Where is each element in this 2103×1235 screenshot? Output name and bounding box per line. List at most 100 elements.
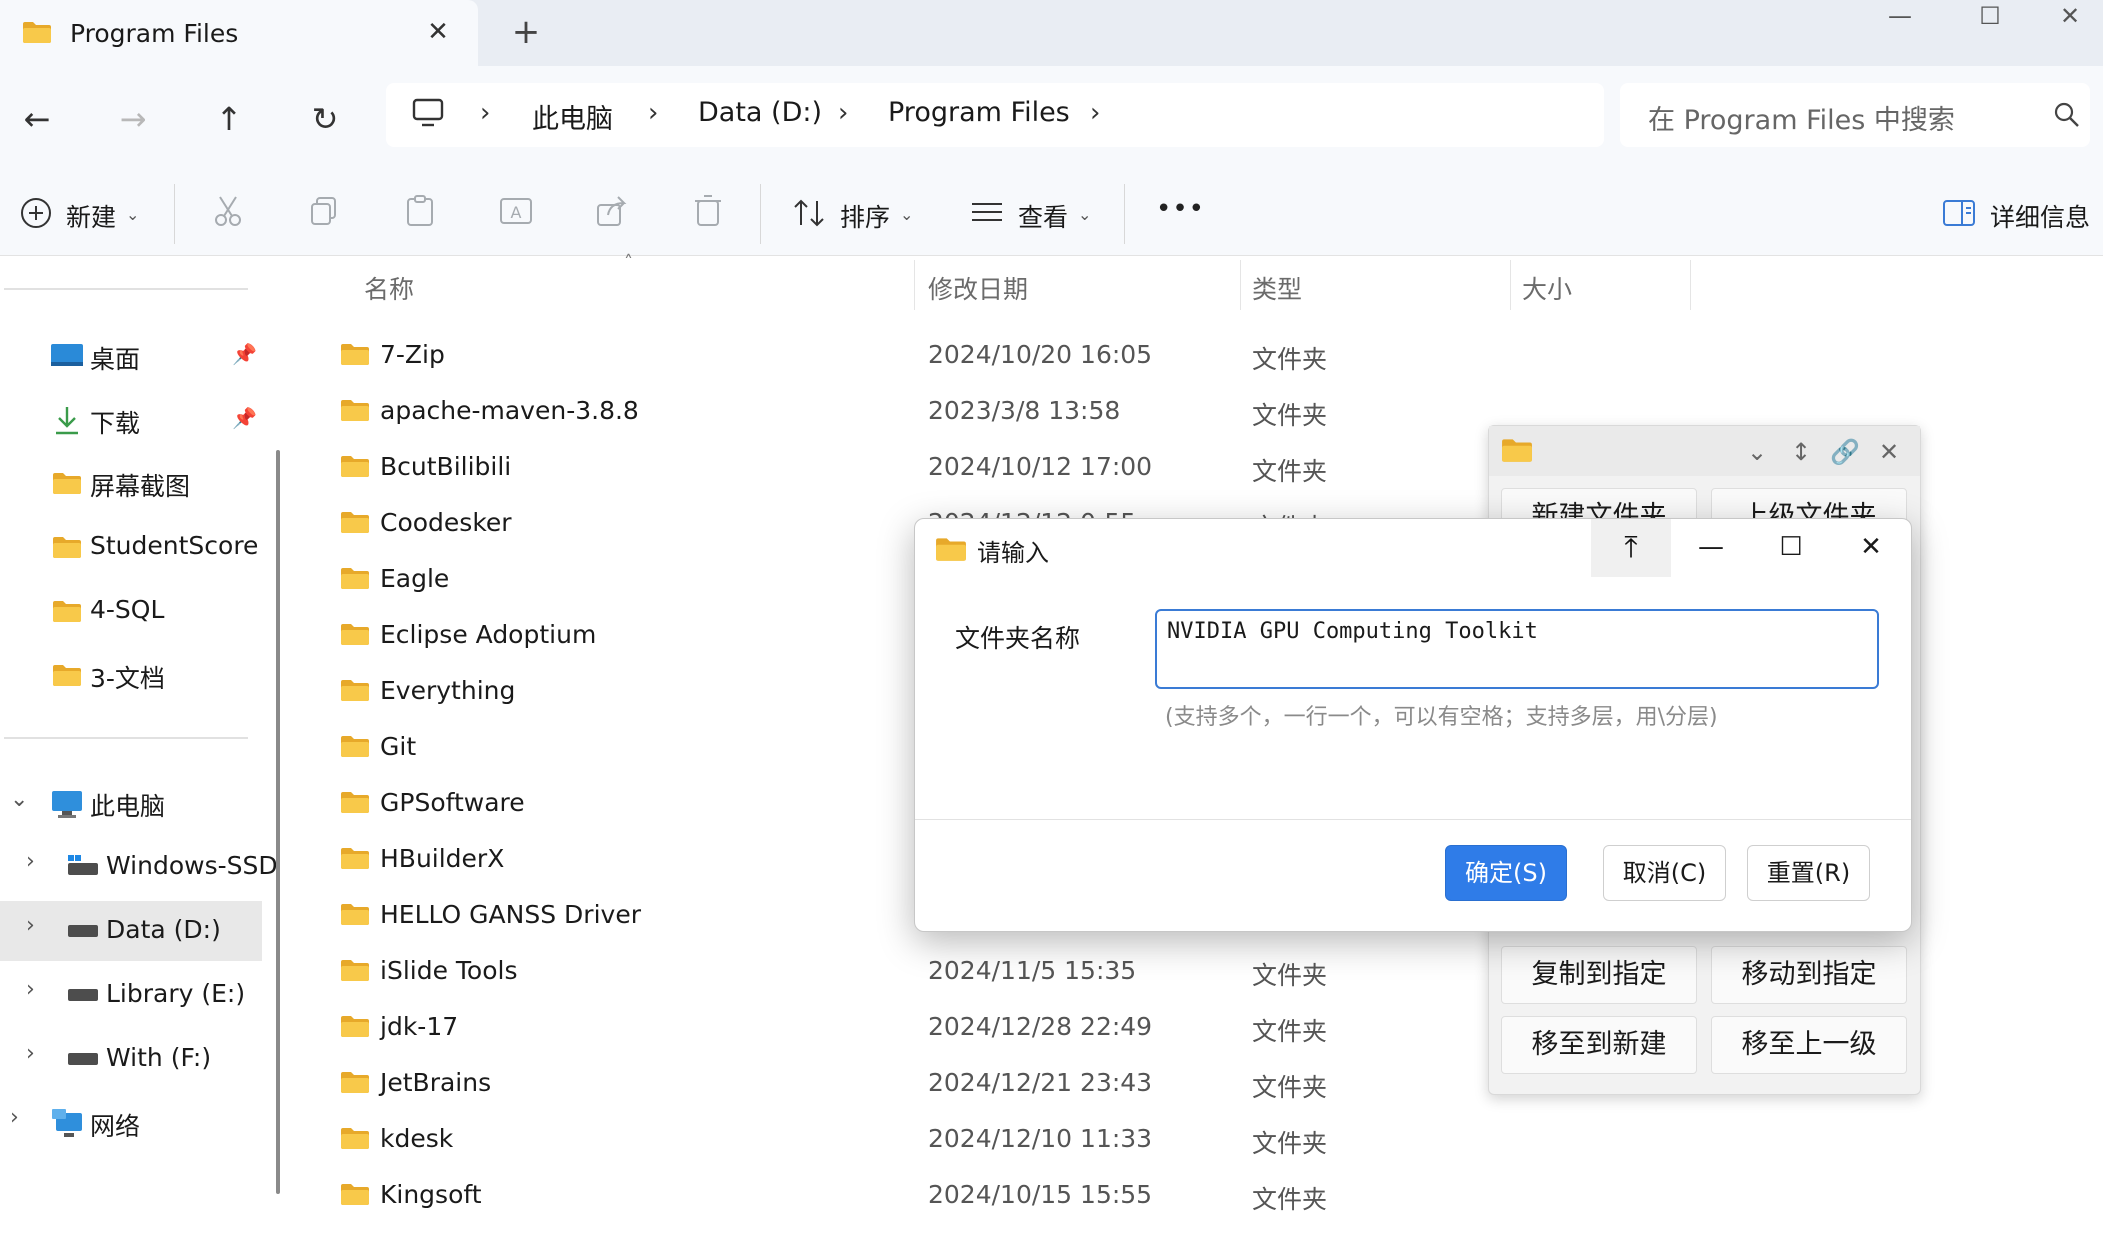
new-plus-icon[interactable] [20, 197, 52, 229]
pin-icon[interactable]: 📌 [232, 342, 257, 366]
chevron-down-icon[interactable]: ⌄ [1078, 205, 1091, 224]
breadcrumb-program-files[interactable]: Program Files [888, 97, 1070, 128]
desktop-icon [51, 344, 83, 366]
delete-icon[interactable] [690, 193, 726, 229]
file-name: Eagle [380, 564, 450, 593]
file-modified: 2024/12/28 22:49 [928, 1012, 1153, 1041]
folder-name-input[interactable] [1155, 609, 1879, 689]
move-up-level-button[interactable]: 移至上一级 [1711, 1016, 1907, 1074]
view-button[interactable]: 查看 [1018, 198, 1068, 234]
close-icon[interactable]: ✕ [1873, 436, 1905, 468]
rename-icon[interactable]: A [498, 193, 534, 229]
share-icon[interactable] [594, 193, 630, 229]
sidebar-item-downloads[interactable]: 下载 📌 [0, 390, 262, 450]
computer-icon[interactable] [412, 98, 444, 128]
details-pane-icon[interactable] [1942, 199, 1976, 227]
breadcrumb-this-pc[interactable]: 此电脑 [532, 97, 613, 136]
refresh-button[interactable]: ↻ [302, 96, 348, 142]
close-button[interactable]: ✕ [2040, 0, 2100, 36]
dialog-maximize-button[interactable]: ☐ [1751, 519, 1831, 577]
sidebar-item-windows-ssd[interactable]: › Windows-SSD [0, 837, 278, 897]
tab-program-files[interactable]: Program Files ✕ [0, 0, 478, 66]
file-modified: 2024/12/10 11:33 [928, 1124, 1153, 1153]
column-divider[interactable] [1240, 260, 1241, 310]
sidebar-item-with-drive[interactable]: › With (F:) [0, 1029, 262, 1089]
sidebar-item-library-drive[interactable]: › Library (E:) [0, 965, 262, 1025]
move-to-new-button[interactable]: 移至到新建 [1501, 1016, 1697, 1074]
sidebar-item-network[interactable]: › 网络 [0, 1093, 262, 1153]
minimize-button[interactable]: — [1860, 0, 1940, 36]
move-to-button[interactable]: 移动到指定 [1711, 946, 1907, 1004]
table-row[interactable]: Kingsoft 2024/10/15 15:55 文件夹 [330, 1168, 2030, 1220]
up-button[interactable]: ↑ [206, 96, 252, 142]
chevron-right-icon[interactable]: › [26, 977, 35, 1002]
search-icon[interactable] [2052, 100, 2082, 130]
new-tab-button[interactable]: + [508, 14, 544, 50]
maximize-button[interactable]: ☐ [1950, 0, 2030, 36]
sidebar-item-data-drive[interactable]: › Data (D:) [0, 901, 262, 961]
cut-icon[interactable] [210, 193, 246, 229]
sidebar-item-label: 桌面 [90, 345, 141, 374]
folder-icon [341, 344, 369, 365]
column-divider[interactable] [1510, 260, 1511, 310]
file-type: 文件夹 [1252, 345, 1328, 374]
chevron-right-icon[interactable]: › [10, 1105, 19, 1130]
forward-button[interactable]: → [110, 96, 156, 142]
column-header-name[interactable]: 名称 [364, 270, 414, 306]
chevron-right-icon[interactable]: › [26, 1041, 35, 1066]
sidebar-item-studentscore[interactable]: StudentScore [0, 517, 262, 577]
ok-button[interactable]: 确定(S) [1445, 845, 1567, 901]
dialog-minimize-button[interactable]: — [1671, 519, 1751, 577]
chevron-down-icon[interactable]: ⌄ [900, 205, 913, 224]
pin-icon[interactable]: 📌 [232, 406, 257, 430]
sidebar-scrollbar[interactable] [276, 450, 280, 1194]
chevron-down-icon[interactable]: ⌄ [126, 205, 139, 224]
sidebar-item-this-pc[interactable]: ⌄ 此电脑 [0, 773, 262, 833]
column-header-size[interactable]: 大小 [1522, 270, 1572, 306]
paste-icon[interactable] [402, 193, 438, 229]
column-header-type[interactable]: 类型 [1252, 270, 1302, 306]
sort-button[interactable]: 排序 [840, 198, 890, 234]
chevron-down-icon[interactable]: ⌄ [1741, 436, 1773, 468]
sidebar-item-4-sql[interactable]: 4-SQL [0, 581, 262, 641]
search-input[interactable]: 在 Program Files 中搜索 [1648, 98, 1955, 137]
sidebar-item-3-docs[interactable]: 3-文档 [0, 645, 262, 705]
breadcrumb-chevron-icon[interactable]: › [648, 98, 658, 128]
sort-icon[interactable] [792, 197, 826, 229]
column-divider[interactable] [1690, 260, 1691, 310]
breadcrumb-chevron-icon[interactable]: › [838, 98, 848, 128]
breadcrumb-chevron-icon[interactable]: › [1090, 98, 1100, 128]
chevron-right-icon[interactable]: › [26, 913, 35, 938]
chevron-right-icon[interactable]: › [26, 849, 35, 874]
dialog-close-button[interactable]: ✕ [1831, 519, 1911, 577]
more-options-button[interactable]: ••• [1156, 194, 1205, 224]
file-name: 7-Zip [380, 340, 445, 369]
chevron-down-icon[interactable]: ⌄ [10, 787, 28, 812]
view-icon[interactable] [970, 200, 1004, 226]
link-icon[interactable]: 🔗 [1829, 436, 1861, 468]
table-row[interactable]: kdesk 2024/12/10 11:33 文件夹 [330, 1112, 2030, 1164]
breadcrumb-data-drive[interactable]: Data (D:) [698, 97, 822, 128]
resize-vertical-icon[interactable]: ↕ [1785, 436, 1817, 468]
cancel-button[interactable]: 取消(C) [1603, 845, 1726, 901]
details-button[interactable]: 详细信息 [1990, 198, 2090, 234]
new-button[interactable]: 新建 [66, 198, 116, 234]
sidebar-item-screenshots[interactable]: 屏幕截图 [0, 453, 262, 513]
copy-to-button[interactable]: 复制到指定 [1501, 946, 1697, 1004]
sidebar-item-desktop[interactable]: 桌面 📌 [0, 326, 262, 386]
folder-icon [341, 400, 369, 421]
tab-close-icon[interactable]: ✕ [420, 14, 456, 50]
column-header-modified[interactable]: 修改日期 [928, 270, 1028, 306]
column-divider[interactable] [914, 260, 915, 310]
folder-icon [341, 568, 369, 589]
back-button[interactable]: ← [14, 96, 60, 142]
breadcrumb-chevron-icon[interactable]: › [480, 98, 490, 128]
folder-icon [53, 473, 81, 494]
table-row[interactable]: 7-Zip 2024/10/20 16:05 文件夹 [330, 328, 2030, 380]
file-name: kdesk [380, 1124, 454, 1153]
copy-icon[interactable] [306, 193, 342, 229]
sidebar-item-label: Windows-SSD [106, 851, 278, 880]
pin-top-icon[interactable]: ⤒ [1591, 519, 1671, 577]
reset-button[interactable]: 重置(R) [1747, 845, 1870, 901]
file-name: HBuilderX [380, 844, 505, 873]
